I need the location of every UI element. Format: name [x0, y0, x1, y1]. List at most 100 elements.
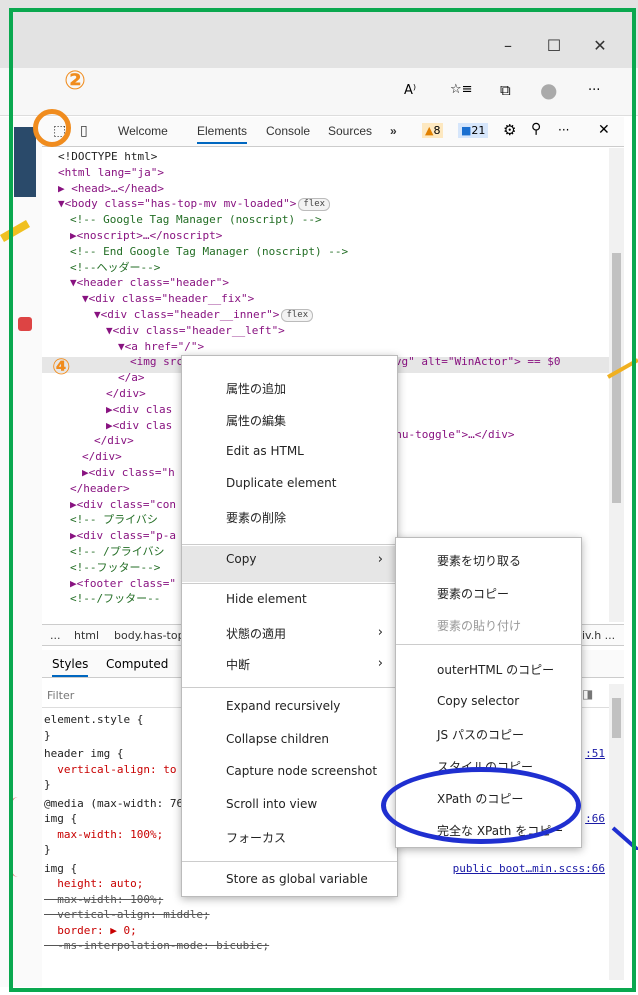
dom-node-line[interactable]: ▼<header class="header"> [42, 275, 609, 291]
context-menu-item-label: フォーカス [226, 831, 287, 845]
close-window-button[interactable]: ✕ [589, 36, 611, 55]
style-text: element.style { [44, 713, 144, 726]
dom-node-line[interactable]: ▶ <head>…</head> [42, 181, 609, 197]
breadcrumb-tail[interactable]: iv.h ... [582, 629, 615, 642]
window-titlebar: – ☐ ✕ [0, 0, 638, 68]
tab-console[interactable]: Console [266, 124, 310, 138]
dom-node-line[interactable]: <html lang="ja"> [42, 165, 609, 181]
browser-toolbar: A⁾ ☆≡ ⧉ ● ··· [0, 68, 638, 116]
copy-submenu-item[interactable]: Copy selector [396, 694, 581, 708]
context-menu-item[interactable]: 属性の追加 [182, 380, 397, 397]
copy-submenu-item-label: outerHTML のコピー [437, 663, 555, 677]
tab-computed[interactable]: Computed [106, 657, 168, 671]
style-text: height: auto; [44, 877, 144, 890]
style-text: } [44, 843, 51, 856]
profile-avatar[interactable]: ● [540, 78, 557, 102]
dom-scrollbar[interactable] [609, 148, 624, 622]
style-text: border: ▶ 0; [44, 923, 137, 937]
context-menu-item[interactable]: 要素の削除 [182, 509, 397, 526]
more-tabs-button[interactable]: » [390, 124, 397, 138]
device-toolbar-icon[interactable]: ▯ [80, 123, 88, 139]
tab-sources[interactable]: Sources [328, 124, 372, 138]
style-rule-line[interactable]: -ms-interpolation-mode: bicubic; [44, 938, 609, 954]
flex-badge[interactable]: flex [298, 198, 331, 212]
context-menu-item[interactable]: Hide element [182, 592, 397, 606]
context-menu-item[interactable]: Collapse children [182, 732, 397, 746]
dom-node-line[interactable]: <!--ヘッダー--> [42, 260, 609, 276]
dom-node-text: </a> [118, 371, 145, 385]
inspect-highlight-circle [33, 109, 71, 147]
source-link[interactable]: public boot…min.scss:66 [453, 861, 605, 877]
copy-submenu-item[interactable]: outerHTML のコピー [396, 661, 581, 678]
tab-welcome[interactable]: Welcome [118, 124, 168, 138]
dom-node-line[interactable]: ▼<div class="header__left"> [42, 323, 609, 339]
dom-node-line[interactable]: ▼<body class="has-top-mv mv-loaded"> flex [42, 196, 609, 212]
copy-submenu-item-label: 要素を切り取る [437, 554, 522, 568]
settings-gear-icon[interactable]: ⚙ [503, 121, 516, 139]
breadcrumb-overflow[interactable]: ... [50, 629, 61, 642]
tab-styles[interactable]: Styles [52, 657, 89, 677]
copy-submenu-item[interactable]: 要素のコピー [396, 585, 581, 602]
dom-node-text: <!--フッター--> [70, 560, 161, 574]
read-aloud-icon[interactable]: A⁾ [404, 83, 416, 98]
breadcrumb-html[interactable]: html [74, 629, 99, 642]
page-content-strip [0, 117, 42, 987]
context-menu-item[interactable]: Duplicate element [182, 476, 397, 490]
source-link[interactable]: :66 [585, 811, 605, 827]
dom-node-line[interactable]: ▶<noscript>…</noscript> [42, 228, 609, 244]
dom-node-text: </div> [106, 386, 146, 400]
breadcrumb-body[interactable]: body.has-top [114, 629, 185, 642]
context-menu-item-label: Duplicate element [226, 476, 337, 490]
context-menu-item[interactable]: 中断 › [182, 656, 397, 673]
warnings-badge[interactable]: ▲8 [422, 123, 444, 138]
context-menu-item[interactable]: 属性の編集 [182, 412, 397, 429]
dom-node-text: ▼<a href="/"> [118, 339, 205, 353]
collections-icon[interactable]: ⧉ [500, 81, 511, 99]
style-rule-line[interactable]: vertical-align: middle; [44, 907, 609, 923]
style-text: max-width: 100%; [44, 892, 164, 906]
devtools-more-button[interactable]: ··· [558, 123, 569, 137]
customize-icon[interactable]: ⚲ [531, 121, 541, 137]
context-menu-item[interactable]: Copy › [182, 552, 397, 567]
dom-node-line[interactable]: ▼<div class="header__inner"> flex [42, 307, 609, 323]
flex-badge[interactable]: flex [281, 308, 314, 322]
step-2-badge: ② [64, 66, 87, 96]
context-menu-item[interactable]: Expand recursively [182, 699, 397, 713]
dom-node-line[interactable]: ▼<a href="/"> [42, 339, 609, 355]
dom-node-text: <!DOCTYPE html> [58, 150, 158, 163]
copy-submenu-item[interactable]: 要素の貼り付け [396, 617, 581, 634]
context-menu-item-label: 属性の追加 [226, 382, 287, 396]
context-menu-item-label: Copy [226, 552, 257, 566]
chevron-right-icon: › [377, 625, 383, 640]
dom-node-text: ▼<body class="has-top-mv mv-loaded"> [58, 197, 297, 211]
messages-badge[interactable]: ■21 [458, 123, 489, 138]
context-menu-item-label: 要素の削除 [226, 511, 287, 525]
minimize-button[interactable]: – [497, 36, 519, 55]
copy-submenu-item[interactable]: JS パスのコピー [396, 726, 581, 743]
dom-node-line[interactable]: <!-- End Google Tag Manager (noscript) -… [42, 244, 609, 260]
copy-submenu-item[interactable]: 要素を切り取る [396, 552, 581, 569]
browser-menu-button[interactable]: ··· [588, 83, 600, 98]
context-menu-item[interactable]: Store as global variable [182, 872, 397, 886]
context-menu-item[interactable]: Scroll into view [182, 797, 397, 811]
dom-node-line[interactable]: <!DOCTYPE html> [42, 149, 609, 165]
context-menu-item[interactable]: Capture node screenshot [182, 764, 397, 778]
style-text: vertical-align: middle; [44, 908, 210, 921]
maximize-button[interactable]: ☐ [543, 36, 565, 55]
source-link[interactable]: :51 [585, 746, 605, 762]
context-menu-item[interactable]: 状態の適用 › [182, 625, 397, 642]
devtools-close-button[interactable]: ✕ [598, 122, 610, 138]
tab-elements[interactable]: Elements [197, 124, 248, 144]
style-text: vertical-align: to [44, 762, 177, 776]
context-menu-item[interactable]: フォーカス [182, 829, 397, 846]
context-menu-item[interactable]: Edit as HTML [182, 444, 397, 458]
arrow-line [607, 358, 638, 379]
context-menu-item-label: Capture node screenshot [226, 764, 378, 778]
copy-submenu-item-label: JS パスのコピー [437, 728, 524, 742]
dom-node-line[interactable]: ▼<div class="header__fix"> [42, 291, 609, 307]
style-rule-line[interactable]: border: ▶ 0; [44, 923, 609, 939]
favorites-icon[interactable]: ☆≡ [450, 82, 473, 97]
dom-node-line[interactable]: <!-- Google Tag Manager (noscript) --> [42, 212, 609, 228]
menu-separator [182, 544, 397, 545]
toggle-sidebar-icon[interactable]: ◨ [582, 687, 593, 701]
